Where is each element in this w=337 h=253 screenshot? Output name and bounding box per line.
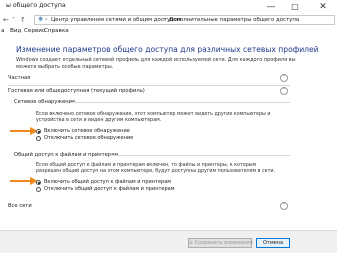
close-icon[interactable]: ✕ — [314, 1, 332, 13]
breadcrumb-network-center[interactable]: Центр управления сетями и общим доступом — [51, 17, 181, 23]
sharing-on-label[interactable]: Включить общий доступ к файлам и принтер… — [44, 179, 171, 185]
chevron-up-icon[interactable]: ˄ — [280, 87, 288, 95]
menu-item-tools[interactable]: Сервис — [24, 28, 45, 34]
up-arrow-icon[interactable]: ↑ — [20, 15, 26, 26]
discovery-title: Сетевое обнаружение — [14, 99, 76, 105]
window-title: ы общего доступа — [6, 2, 66, 9]
divider — [8, 85, 290, 86]
minimize-icon[interactable]: — — [262, 1, 280, 13]
chevron-down-icon[interactable]: ˅ — [12, 15, 15, 26]
sharing-on-radio[interactable] — [36, 180, 41, 185]
breadcrumb-separator-icon: › — [45, 16, 48, 23]
discovery-off-radio[interactable] — [36, 136, 41, 141]
discovery-description: Если включено сетевое обнаружение, этот … — [36, 112, 271, 124]
shield-icon: ◈ — [189, 240, 193, 246]
breadcrumb-advanced-sharing[interactable]: Дополнительные параметры общего доступа — [169, 17, 299, 23]
breadcrumb-separator-icon: › — [163, 16, 166, 23]
page-description: Windows создает отдельный сетевой профил… — [16, 57, 296, 70]
back-arrow-icon[interactable]: ← — [3, 15, 9, 26]
page-title: Изменение параметров общего доступа для … — [16, 45, 319, 54]
sharing-off-radio[interactable] — [36, 187, 41, 192]
menu-item-file[interactable]: а — [1, 28, 4, 34]
divider — [70, 102, 290, 103]
discovery-on-label[interactable]: Включить сетевое обнаружение — [44, 128, 130, 134]
save-changes-label: Сохранить изменения — [194, 240, 253, 246]
address-row: ← ˅ ↑ ❋ › Центр управления сетями и общи… — [0, 15, 337, 26]
main-content: Изменение параметров общего доступа для … — [0, 37, 337, 253]
discovery-on-radio[interactable] — [36, 129, 41, 134]
cancel-button[interactable]: Отмена — [256, 238, 290, 248]
sharing-off-label[interactable]: Отключить общий доступ к файлам и принте… — [44, 186, 174, 192]
profile-private-label[interactable]: Частная — [8, 75, 30, 81]
sharing-title: Общий доступ к файлам и принтерам — [14, 152, 119, 158]
chevron-down-icon[interactable]: ˅ — [280, 74, 288, 82]
discovery-off-label[interactable]: Отключить сетевое обнаружение — [44, 135, 133, 141]
profile-all-label[interactable]: Все сети — [8, 203, 32, 209]
menu-item-help[interactable]: Справка — [44, 28, 69, 34]
save-changes-button[interactable]: ◈ Сохранить изменения — [188, 238, 253, 248]
profile-guest-label[interactable]: Гостевая или общедоступная (текущий проф… — [8, 88, 145, 94]
menu-bar: а Вид Сервис Справка — [0, 27, 337, 37]
divider — [110, 155, 290, 156]
maximize-icon[interactable]: □ — [286, 1, 304, 13]
chevron-down-icon[interactable]: ˅ — [280, 202, 288, 210]
sharing-description: Если общий доступ к файлам и принтерам в… — [36, 163, 276, 175]
footer-bar: ◈ Сохранить изменения Отмена — [0, 230, 337, 253]
menu-item-view[interactable]: Вид — [10, 28, 21, 34]
title-bar: ы общего доступа — □ ✕ — [0, 0, 337, 14]
network-icon: ❋ — [38, 16, 44, 23]
address-bar[interactable]: ❋ › Центр управления сетями и общим дост… — [34, 15, 335, 25]
